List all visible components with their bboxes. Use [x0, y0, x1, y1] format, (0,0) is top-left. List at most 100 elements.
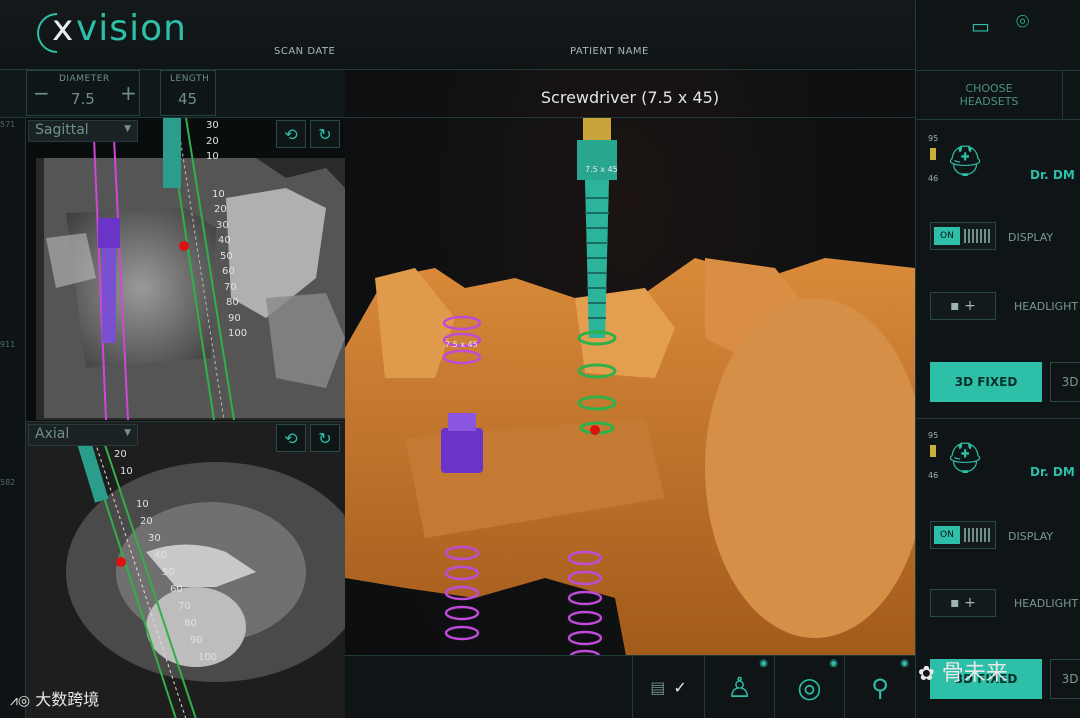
headset-user-name: Dr. DM — [1030, 465, 1075, 479]
tick: 10 — [206, 151, 219, 162]
watermark-bottom-left: ⩘◎ 大数跨境 — [10, 686, 99, 710]
headset-card-1: 95 46 ⛑ Dr. DM ON DISPLAY ▪ + HEADLIGHT … — [916, 120, 1080, 420]
watermark-text-right: 骨未来 — [941, 661, 1008, 686]
tick: 20 — [206, 135, 219, 147]
3d-fixed-button[interactable]: 3D FIXED — [930, 362, 1042, 402]
watermark-text-left: 大数跨境 — [35, 690, 100, 709]
xvision-logo: x vision — [28, 4, 224, 62]
display-toggle[interactable]: ON — [930, 521, 996, 549]
tick: 40 — [218, 235, 231, 246]
implant-size-controls: − DIAMETER 7.5 + LENGTH 45 — [0, 70, 345, 118]
sagittal-depth-ticks: 30 20 10 10 20 30 40 50 60 70 80 90 100 — [206, 118, 248, 342]
tick: 10 — [136, 499, 149, 510]
screwdriver-size-label: 7.5 x 45 — [585, 165, 618, 174]
battery-top: 95 — [928, 431, 939, 440]
display-toggle[interactable]: ON — [930, 222, 996, 250]
toggle-bars-icon — [963, 229, 992, 243]
headset-icon[interactable]: ⌾ — [1016, 10, 1029, 35]
confirm-levels-button[interactable]: ▤ ✓ — [632, 656, 704, 718]
screw-icon: ⚲ — [871, 673, 889, 702]
sagittal-view-dropdown[interactable]: Sagittal ▼ — [28, 120, 138, 142]
reset-view-button[interactable]: ↻ — [310, 120, 340, 148]
diameter-label: DIAMETER — [59, 74, 110, 84]
rotate-view-button[interactable]: ⟲ — [276, 120, 306, 148]
sagittal-view-label: Sagittal — [35, 122, 89, 138]
implant-size-label: 7.5 x 45 — [445, 340, 478, 349]
headlight-stepper[interactable]: ▪ + — [930, 292, 996, 320]
tick: 100 — [228, 328, 248, 339]
sagittal-view-panel[interactable]: 30 20 10 10 20 30 40 50 60 70 80 90 100 … — [26, 118, 345, 420]
tick: 100 — [198, 652, 218, 663]
battery-bottom: 46 — [928, 471, 939, 480]
tick: 70 — [224, 281, 237, 293]
torso-icon: ♙ — [726, 671, 753, 704]
display-label: DISPLAY — [1008, 530, 1054, 543]
tool-title: Screwdriver (7.5 x 45) — [540, 88, 720, 107]
bottom-toolbar: ▤ ✓ ◉ ♙ ◉ ◎ ◉ ⚲ — [345, 655, 915, 718]
tick: 30 — [148, 533, 161, 544]
slice-number-mid: 911 — [0, 340, 16, 349]
tick: 60 — [170, 584, 183, 595]
length-value: 45 — [178, 90, 198, 108]
length-field[interactable]: LENGTH 45 — [160, 70, 216, 116]
monitor-icon[interactable]: ▭ — [971, 14, 990, 38]
axial-view-label: Axial — [35, 426, 70, 442]
left-slider-strip[interactable]: 571 911 582 — [0, 118, 26, 718]
axial-view-panel[interactable]: 20 10 10 20 30 40 50 60 70 80 90 100 Axi… — [26, 421, 345, 718]
tick: 20 — [214, 204, 227, 215]
tick: 90 — [190, 635, 203, 646]
headlight-plus-icon: ▪ + — [950, 298, 976, 314]
patient-name-label: PATIENT NAME — [570, 46, 649, 57]
diameter-decrease-button[interactable]: − — [33, 81, 50, 105]
choose-headsets-row: CHOOSE HEADSETS — [916, 70, 1080, 120]
battery-bottom: 46 — [928, 174, 939, 183]
3d-spine-render — [345, 118, 915, 703]
header-bar: x vision SCAN DATE PATIENT NAME — [0, 0, 915, 70]
eye-icon: ◉ — [829, 658, 838, 669]
reset-view-button[interactable]: ↻ — [310, 424, 340, 452]
rotate-icon: ⟲ — [284, 428, 298, 448]
headlight-stepper[interactable]: ▪ + — [930, 589, 996, 617]
reset-icon: ↻ — [318, 124, 332, 144]
screw-tool-button[interactable]: ◉ ⚲ — [844, 656, 915, 718]
tick: 60 — [222, 266, 235, 277]
rotate-icon: ⟲ — [284, 124, 298, 144]
battery-top: 95 — [928, 134, 939, 143]
battery-icon — [930, 148, 936, 160]
3d-mode-button[interactable]: 3D — [1050, 362, 1080, 402]
rotate-view-button[interactable]: ⟲ — [276, 424, 306, 452]
chevron-down-icon: ▼ — [124, 124, 131, 134]
slice-number-top: 571 — [0, 120, 16, 129]
scan-date-label: SCAN DATE — [274, 46, 336, 57]
headset-user-name: Dr. DM — [1030, 168, 1075, 182]
battery-icon — [930, 445, 936, 457]
headlight-plus-icon: ▪ + — [950, 595, 976, 611]
tick: 30 — [216, 219, 229, 231]
wechat-icon: ✿ — [918, 661, 935, 685]
check-icon: ✓ — [673, 678, 687, 697]
target-button[interactable]: ◉ ◎ — [774, 656, 844, 718]
slice-number-axial: 582 — [0, 478, 16, 487]
chevron-down-icon: ▼ — [124, 428, 131, 438]
headset-device-icon: ⛑ — [946, 441, 985, 476]
3d-mode-button[interactable]: 3D — [1050, 659, 1080, 699]
right-sidebar: ▭ ⌾ CHOOSE HEADSETS 95 46 ⛑ Dr. DM ON DI… — [915, 0, 1080, 718]
tick: 30 — [206, 120, 219, 131]
axial-view-dropdown[interactable]: Axial ▼ — [28, 424, 138, 446]
eye-icon: ◉ — [759, 658, 768, 669]
tick: 10 — [120, 466, 133, 477]
display-label: DISPLAY — [1008, 231, 1054, 244]
choose-headsets-button[interactable]: CHOOSE HEADSETS — [916, 71, 1063, 119]
patient-body-button[interactable]: ◉ ♙ — [704, 656, 774, 718]
diameter-stepper: − DIAMETER 7.5 + — [26, 70, 140, 116]
sagittal-ct-image — [36, 118, 345, 420]
length-label: LENGTH — [170, 74, 210, 84]
tick: 10 — [212, 188, 225, 200]
tick: 20 — [114, 449, 127, 460]
headset-device-icon: ⛑ — [946, 144, 985, 179]
3d-view-panel[interactable]: Screwdriver (7.5 x 45) 7.5 x 45 7.5 x 45 — [345, 70, 915, 718]
reset-icon: ↻ — [318, 428, 332, 448]
tick: 50 — [162, 567, 175, 578]
tick: 80 — [184, 618, 197, 629]
diameter-increase-button[interactable]: + — [120, 81, 137, 105]
